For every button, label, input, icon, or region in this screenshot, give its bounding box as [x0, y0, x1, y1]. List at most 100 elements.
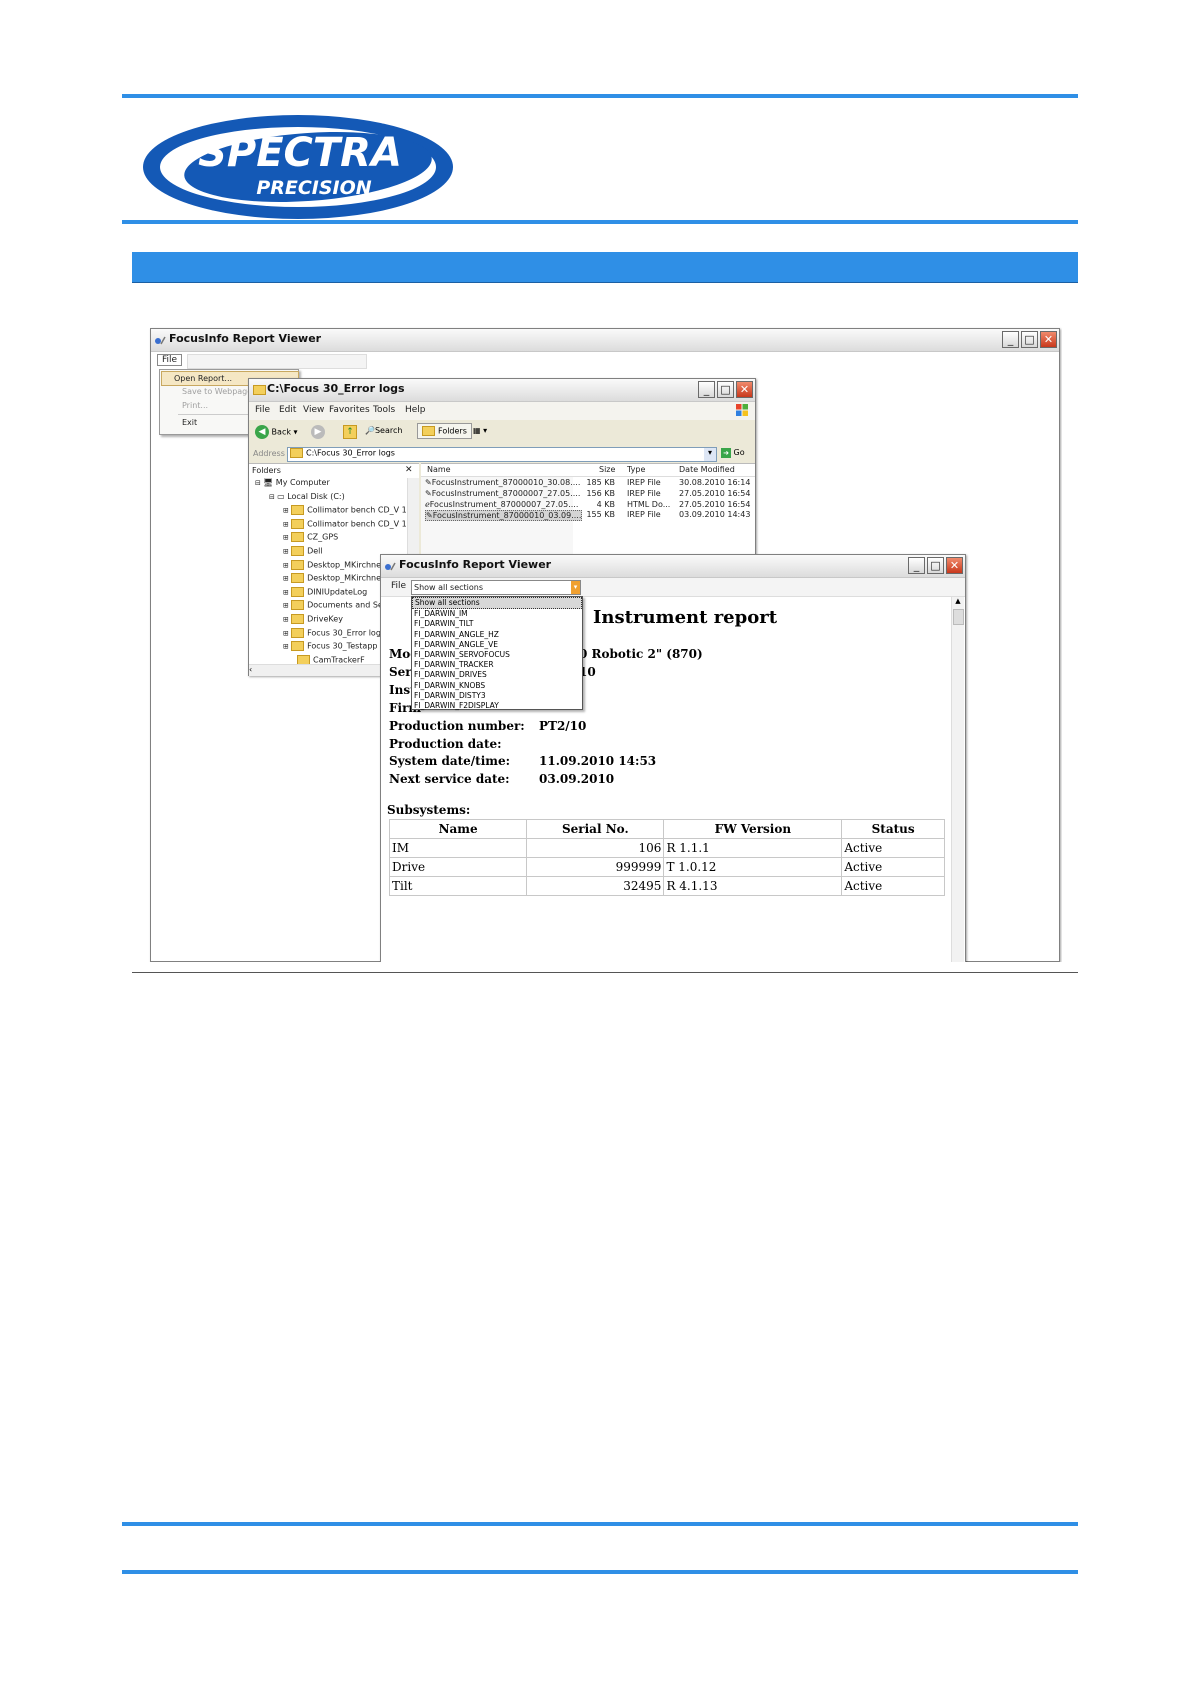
file-name-text: FocusInstrument_87000010_30.08.... — [431, 478, 581, 487]
tree-expander-icon[interactable]: ⊞ — [283, 643, 291, 651]
file-row[interactable]: ✎FocusInstrument_87000010_30.08.... 185 K… — [421, 478, 755, 488]
scroll-up-icon[interactable]: ▲ — [953, 597, 963, 607]
dropdown-option[interactable]: FI_DARWIN_SERVOFOCUS — [412, 650, 582, 660]
tree-item[interactable]: ⊞ Focus 30_Error log — [283, 627, 381, 638]
tree-expander-icon[interactable]: ⊞ — [283, 534, 291, 542]
file-type: IREP File — [627, 488, 661, 498]
tree-item[interactable]: ⊞ Dell — [283, 546, 323, 556]
tree-item[interactable]: ⊟ ▭ Local Disk (C:) — [269, 492, 345, 501]
file-row[interactable]: ✎FocusInstrument_87000007_27.05.... 156 K… — [421, 489, 755, 499]
dropdown-option[interactable]: Show all sections — [412, 597, 582, 610]
folders-button[interactable]: Folders — [417, 423, 472, 439]
tree-item[interactable]: CamTrackerF — [297, 654, 365, 664]
explorer-menu-view[interactable]: View — [303, 405, 324, 415]
search-button[interactable]: 🔎Search — [365, 426, 402, 435]
col-name[interactable]: Name — [427, 465, 451, 474]
explorer-menu-file[interactable]: File — [255, 405, 270, 415]
file-name: ℯFocusInstrument_87000007_27.05.... — [425, 500, 578, 509]
tree-item[interactable]: ⊞ Desktop_MKirchne — [283, 559, 381, 570]
partial-value-model: 0 Robotic 2" (870) — [579, 647, 703, 661]
file-menu-exit[interactable]: Exit — [182, 418, 197, 427]
explorer-close-button[interactable]: ✕ — [736, 381, 753, 398]
file-size: 185 KB — [586, 478, 615, 487]
address-value: C:\Focus 30_Error logs — [306, 448, 395, 458]
scroll-thumb[interactable] — [953, 609, 964, 625]
explorer-maximize-button[interactable]: □ — [717, 381, 734, 398]
dropdown-option[interactable]: FI_DARWIN_DRIVES — [412, 670, 582, 680]
subsystem-name: Drive — [388, 857, 528, 877]
forward-arrow-icon[interactable]: ▶ — [311, 425, 325, 439]
dropdown-option[interactable]: FI_DARWIN_F2DISPLAY — [412, 701, 582, 711]
address-input[interactable]: C:\Focus 30_Error logs ▾ — [287, 447, 717, 462]
select-dropdown-icon[interactable]: ▾ — [571, 581, 580, 594]
dropdown-option[interactable]: FI_DARWIN_TRACKER — [412, 660, 582, 670]
go-button[interactable]: ➜ Go — [721, 448, 745, 458]
address-dropdown-icon[interactable]: ▾ — [704, 448, 716, 461]
dropdown-option[interactable]: FI_DARWIN_ANGLE_VE — [412, 640, 582, 650]
tree-expander-icon[interactable]: ⊞ — [283, 561, 291, 569]
file-row[interactable]: ℯFocusInstrument_87000007_27.05.... 4 KB H… — [421, 500, 755, 510]
tree-item[interactable]: ⊟ 🖥 My Computer — [255, 478, 330, 487]
viewer-minimize-button[interactable]: _ — [908, 557, 925, 574]
tree-item[interactable]: ⊞ Collimator bench CD_V 1. — [283, 505, 407, 516]
tree-expander-icon[interactable]: ⊞ — [283, 520, 291, 528]
tree-expander-icon[interactable]: ⊞ — [283, 575, 291, 583]
th-serial: Serial No. — [526, 819, 665, 839]
explorer-menu-edit[interactable]: Edit — [279, 405, 296, 415]
explorer-menu-help[interactable]: Help — [405, 405, 426, 415]
main-window-titlebar[interactable]: FocusInfo Report Viewer _ □ ✕ — [151, 329, 1059, 352]
viewer-maximize-button[interactable]: □ — [927, 557, 944, 574]
tree-expander-icon[interactable]: ⊟ — [269, 493, 277, 501]
tree-expander-icon[interactable]: ⊟ — [255, 479, 263, 487]
subsystem-name: IM — [388, 838, 528, 858]
back-button[interactable]: ◀ Back ▾ — [255, 425, 298, 439]
tree-item[interactable]: ⊞ Desktop_MKirchne — [283, 573, 381, 584]
subsystem-status: Active — [841, 838, 945, 858]
minimize-button[interactable]: _ — [1002, 331, 1019, 348]
viewer-menubar: File Show all sections ▾ — [381, 578, 965, 597]
tree-expander-icon[interactable]: ⊞ — [283, 602, 291, 610]
explorer-titlebar[interactable]: C:\Focus 30_Error logs _ □ ✕ — [249, 379, 755, 402]
dropdown-option[interactable]: FI_DARWIN_KNOBS — [412, 681, 582, 691]
folders-pane-close-icon[interactable]: ✕ — [405, 465, 413, 475]
tree-expander-icon[interactable]: ⊞ — [283, 588, 291, 596]
maximize-button[interactable]: □ — [1021, 331, 1038, 348]
tree-item[interactable]: ⊞ Collimator bench CD_V 1. — [283, 518, 407, 529]
header-rule-top — [122, 94, 1078, 98]
tree-expander-icon[interactable]: ⊞ — [283, 616, 291, 624]
section-header-bar — [132, 252, 1078, 283]
tree-expander-icon[interactable]: ⊞ — [283, 629, 291, 637]
menu-file[interactable]: File — [157, 354, 183, 366]
col-type[interactable]: Type — [627, 465, 645, 474]
explorer-menu-favorites[interactable]: Favorites — [329, 405, 370, 415]
tree-item[interactable]: ⊞ DriveKey — [283, 614, 343, 624]
dropdown-option[interactable]: FI_DARWIN_ANGLE_HZ — [412, 630, 582, 640]
tree-expander-icon[interactable]: ⊞ — [283, 507, 291, 515]
file-menu-print[interactable]: Print... — [182, 401, 208, 410]
tree-item[interactable]: ⊞ Focus 30_Testapp — [283, 641, 377, 652]
main-menu-strip — [187, 354, 367, 369]
tree-expander-icon[interactable]: ⊞ — [283, 548, 291, 556]
close-button[interactable]: ✕ — [1040, 331, 1057, 348]
go-label: Go — [733, 448, 745, 457]
report-vertical-scrollbar[interactable]: ▲ — [951, 597, 964, 962]
dropdown-option[interactable]: FI_DARWIN_DISTY3 — [412, 691, 582, 701]
up-folder-icon[interactable]: ↑ — [343, 425, 357, 439]
tree-item[interactable]: ⊞ CZ_GPS — [283, 532, 338, 543]
viewer-titlebar[interactable]: FocusInfo Report Viewer _ □ ✕ — [381, 555, 965, 578]
folder-icon — [291, 600, 305, 611]
col-size[interactable]: Size — [599, 465, 615, 474]
views-icon[interactable]: ▦ ▾ — [473, 426, 487, 435]
viewer-menu-file[interactable]: File — [391, 581, 406, 591]
explorer-menu-tools[interactable]: Tools — [373, 405, 395, 415]
tree-item[interactable]: ⊞ Documents and Se — [283, 600, 383, 611]
dropdown-option[interactable]: FI_DARWIN_TILT — [412, 619, 582, 629]
section-select[interactable]: Show all sections ▾ — [411, 580, 581, 595]
viewer-close-button[interactable]: ✕ — [946, 557, 963, 574]
file-row[interactable]: ✎FocusInstrument_87000010_03.09.... 155 K… — [421, 510, 755, 522]
dropdown-option[interactable]: FI_DARWIN_IM — [412, 609, 582, 619]
explorer-minimize-button[interactable]: _ — [698, 381, 715, 398]
address-label: Address — [253, 449, 285, 458]
tree-item[interactable]: ⊞ DINIUpdateLog — [283, 586, 367, 597]
col-date[interactable]: Date Modified — [679, 465, 735, 474]
